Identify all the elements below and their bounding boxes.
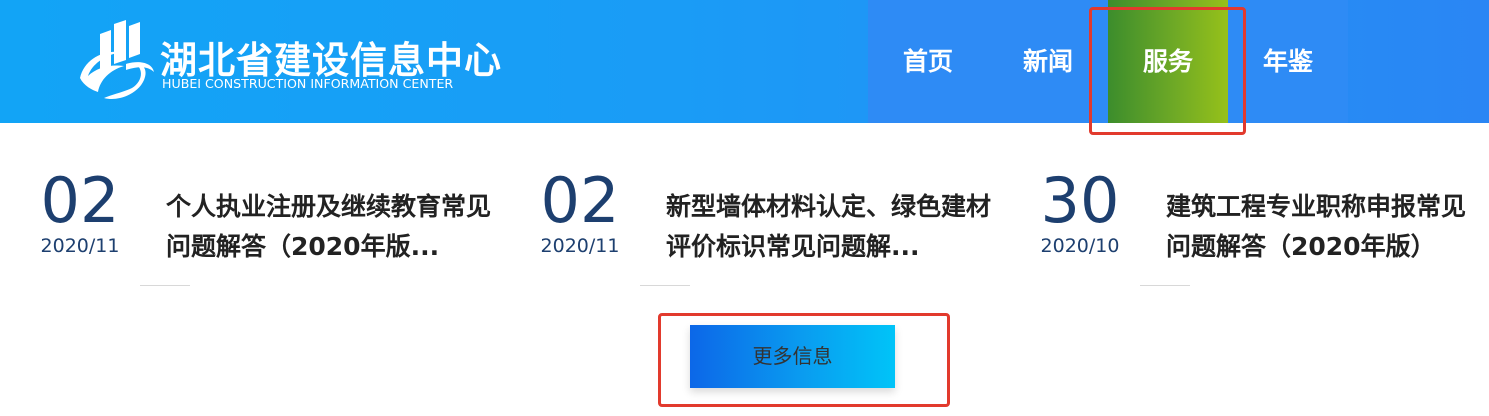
news-item[interactable]: 30 2020/10 建筑工程专业职称申报常见问题解答（2020年版）: [1040, 165, 1489, 290]
news-day: 02: [540, 164, 620, 237]
news-year-month: 2020/11: [540, 235, 620, 257]
news-divider: [140, 285, 190, 286]
news-day: 02: [40, 164, 120, 237]
nav-item-yearbook[interactable]: 年鉴: [1228, 0, 1348, 123]
logo-subtitle: HUBEI CONSTRUCTION INFORMATION CENTER: [162, 76, 454, 91]
site-header: 湖北省建设信息中心 HUBEI CONSTRUCTION INFORMATION…: [0, 0, 1489, 123]
nav-item-news[interactable]: 新闻: [988, 0, 1108, 123]
more-info-button[interactable]: 更多信息: [690, 325, 895, 388]
logo-icon: [80, 20, 154, 100]
news-year-month: 2020/11: [40, 235, 120, 257]
news-title[interactable]: 个人执业注册及继续教育常见问题解答（2020年版...: [166, 187, 506, 267]
nav-item-services[interactable]: 服务: [1108, 0, 1228, 123]
news-divider: [1140, 285, 1190, 286]
site-logo[interactable]: 湖北省建设信息中心 HUBEI CONSTRUCTION INFORMATION…: [74, 20, 501, 102]
news-item[interactable]: 02 2020/11 新型墙体材料认定、绿色建材评价标识常见问题解...: [540, 165, 1040, 290]
news-day: 30: [1040, 164, 1120, 237]
nav-item-home[interactable]: 首页: [868, 0, 988, 123]
news-title[interactable]: 新型墙体材料认定、绿色建材评价标识常见问题解...: [666, 187, 1006, 267]
news-item[interactable]: 02 2020/11 个人执业注册及继续教育常见问题解答（2020年版...: [40, 165, 540, 290]
main-nav: 首页 新闻 服务 年鉴: [868, 0, 1348, 123]
news-title[interactable]: 建筑工程专业职称申报常见问题解答（2020年版）: [1166, 187, 1488, 267]
news-year-month: 2020/10: [1040, 235, 1120, 257]
news-divider: [640, 285, 690, 286]
